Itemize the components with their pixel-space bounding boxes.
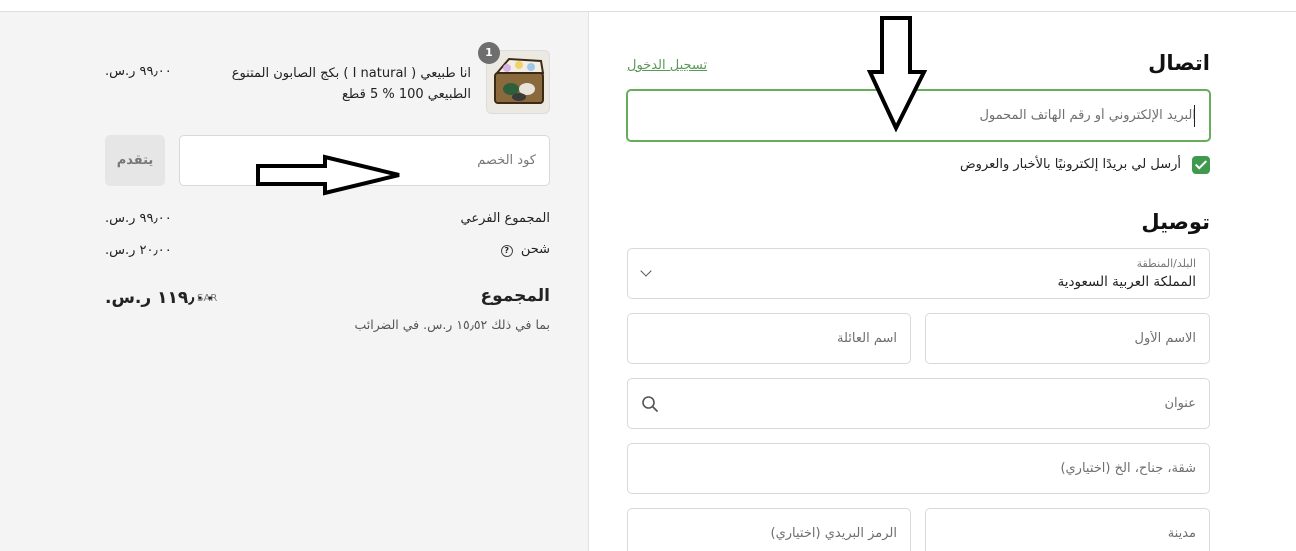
first-name-field[interactable] [925,313,1210,364]
country-select[interactable]: البلد/المنطقة المملكة العربية السعودية [627,248,1210,299]
delivery-heading: توصيل [1141,210,1210,234]
subtotal-label: المجموع الفرعي [460,211,550,226]
text-caret [1194,105,1195,127]
shipping-value: ٢٠٫٠٠ ر.س. [105,243,172,258]
newsletter-checkbox[interactable] [1192,156,1210,174]
login-link[interactable]: تسجيل الدخول [627,58,707,73]
postal-code-input[interactable] [628,509,910,551]
apartment-field[interactable] [627,443,1210,494]
search-icon[interactable] [641,395,659,413]
total-value: ١١٩٫٠٠ ر.س. [105,288,216,308]
country-value: المملكة العربية السعودية [1057,274,1196,290]
address-field[interactable] [627,378,1210,429]
city-field[interactable] [925,508,1210,551]
tax-note: بما في ذلك ١٥٫٥٢ ر.س. في الضرائب [354,317,550,332]
postal-code-field[interactable] [627,508,911,551]
city-input[interactable] [926,509,1209,551]
subtotal-value: ٩٩٫٠٠ ر.س. [105,211,172,226]
last-name-field[interactable] [627,313,911,364]
right-arrow-annotation [256,154,400,196]
last-name-input[interactable] [628,314,910,363]
country-label: البلد/المنطقة [1136,257,1196,270]
newsletter-label: أرسل لي بريدًا إلكترونيًا بالأخبار والعر… [959,157,1181,172]
help-circle-icon[interactable]: ? [500,245,513,257]
product-price: ٩٩٫٠٠ ر.س. [105,64,172,79]
shipping-label: شحن [520,242,550,257]
shipping-row: شحن ? [500,242,550,257]
quantity-badge: 1 [478,42,500,64]
chevron-down-icon [640,265,652,277]
apartment-input[interactable] [628,444,1209,493]
down-arrow-annotation [866,16,928,132]
contact-heading: اتصال [1148,51,1210,75]
total-label: المجموع [480,286,550,306]
apply-discount-button[interactable]: يتقدم [105,135,165,186]
first-name-input[interactable] [926,314,1209,363]
address-input[interactable] [628,379,1209,428]
product-name: انا طبيعي ( I natural ) بكج الصابون المت… [231,66,471,102]
